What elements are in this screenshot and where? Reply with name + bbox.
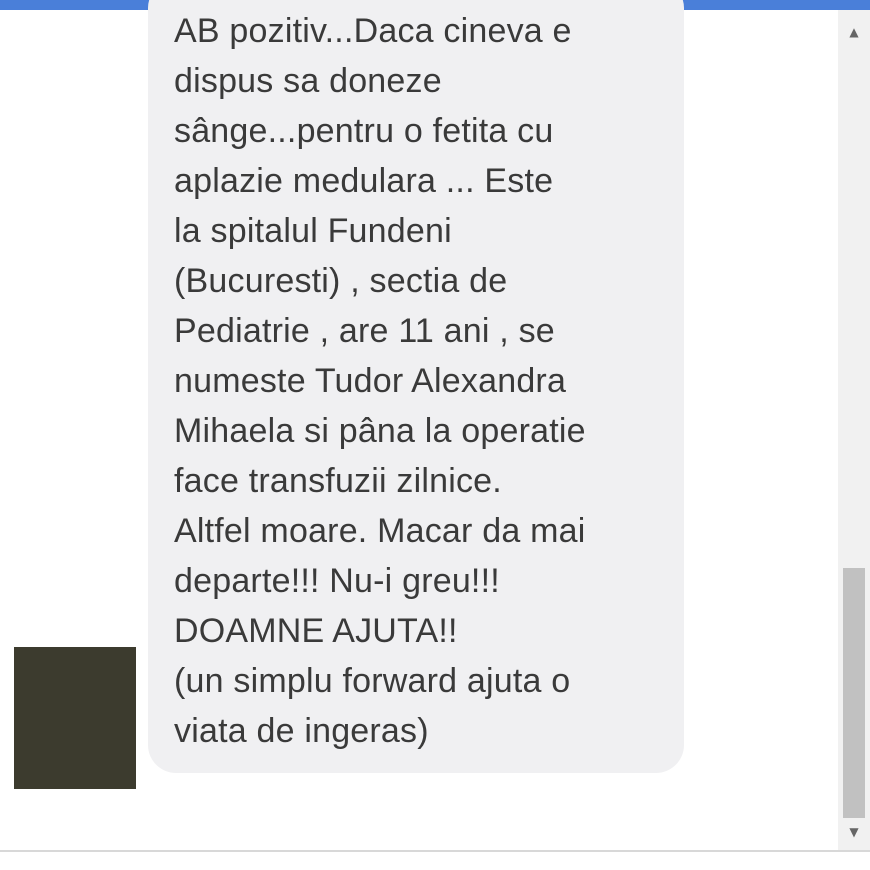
vertical-scrollbar[interactable]: ▲ ▼	[838, 10, 870, 850]
message-text: AB pozitiv...Daca cineva e dispus sa don…	[174, 12, 586, 750]
scroll-down-icon[interactable]: ▼	[838, 818, 870, 846]
conversation-area: AB pozitiv...Daca cineva e dispus sa don…	[0, 0, 838, 850]
chat-window: AB pozitiv...Daca cineva e dispus sa don…	[0, 0, 870, 870]
message-bubble: AB pozitiv...Daca cineva e dispus sa don…	[148, 0, 684, 773]
bottom-strip	[0, 852, 870, 870]
sender-avatar[interactable]	[14, 647, 136, 789]
scroll-thumb[interactable]	[843, 568, 865, 818]
scroll-up-icon[interactable]: ▲	[838, 18, 870, 46]
